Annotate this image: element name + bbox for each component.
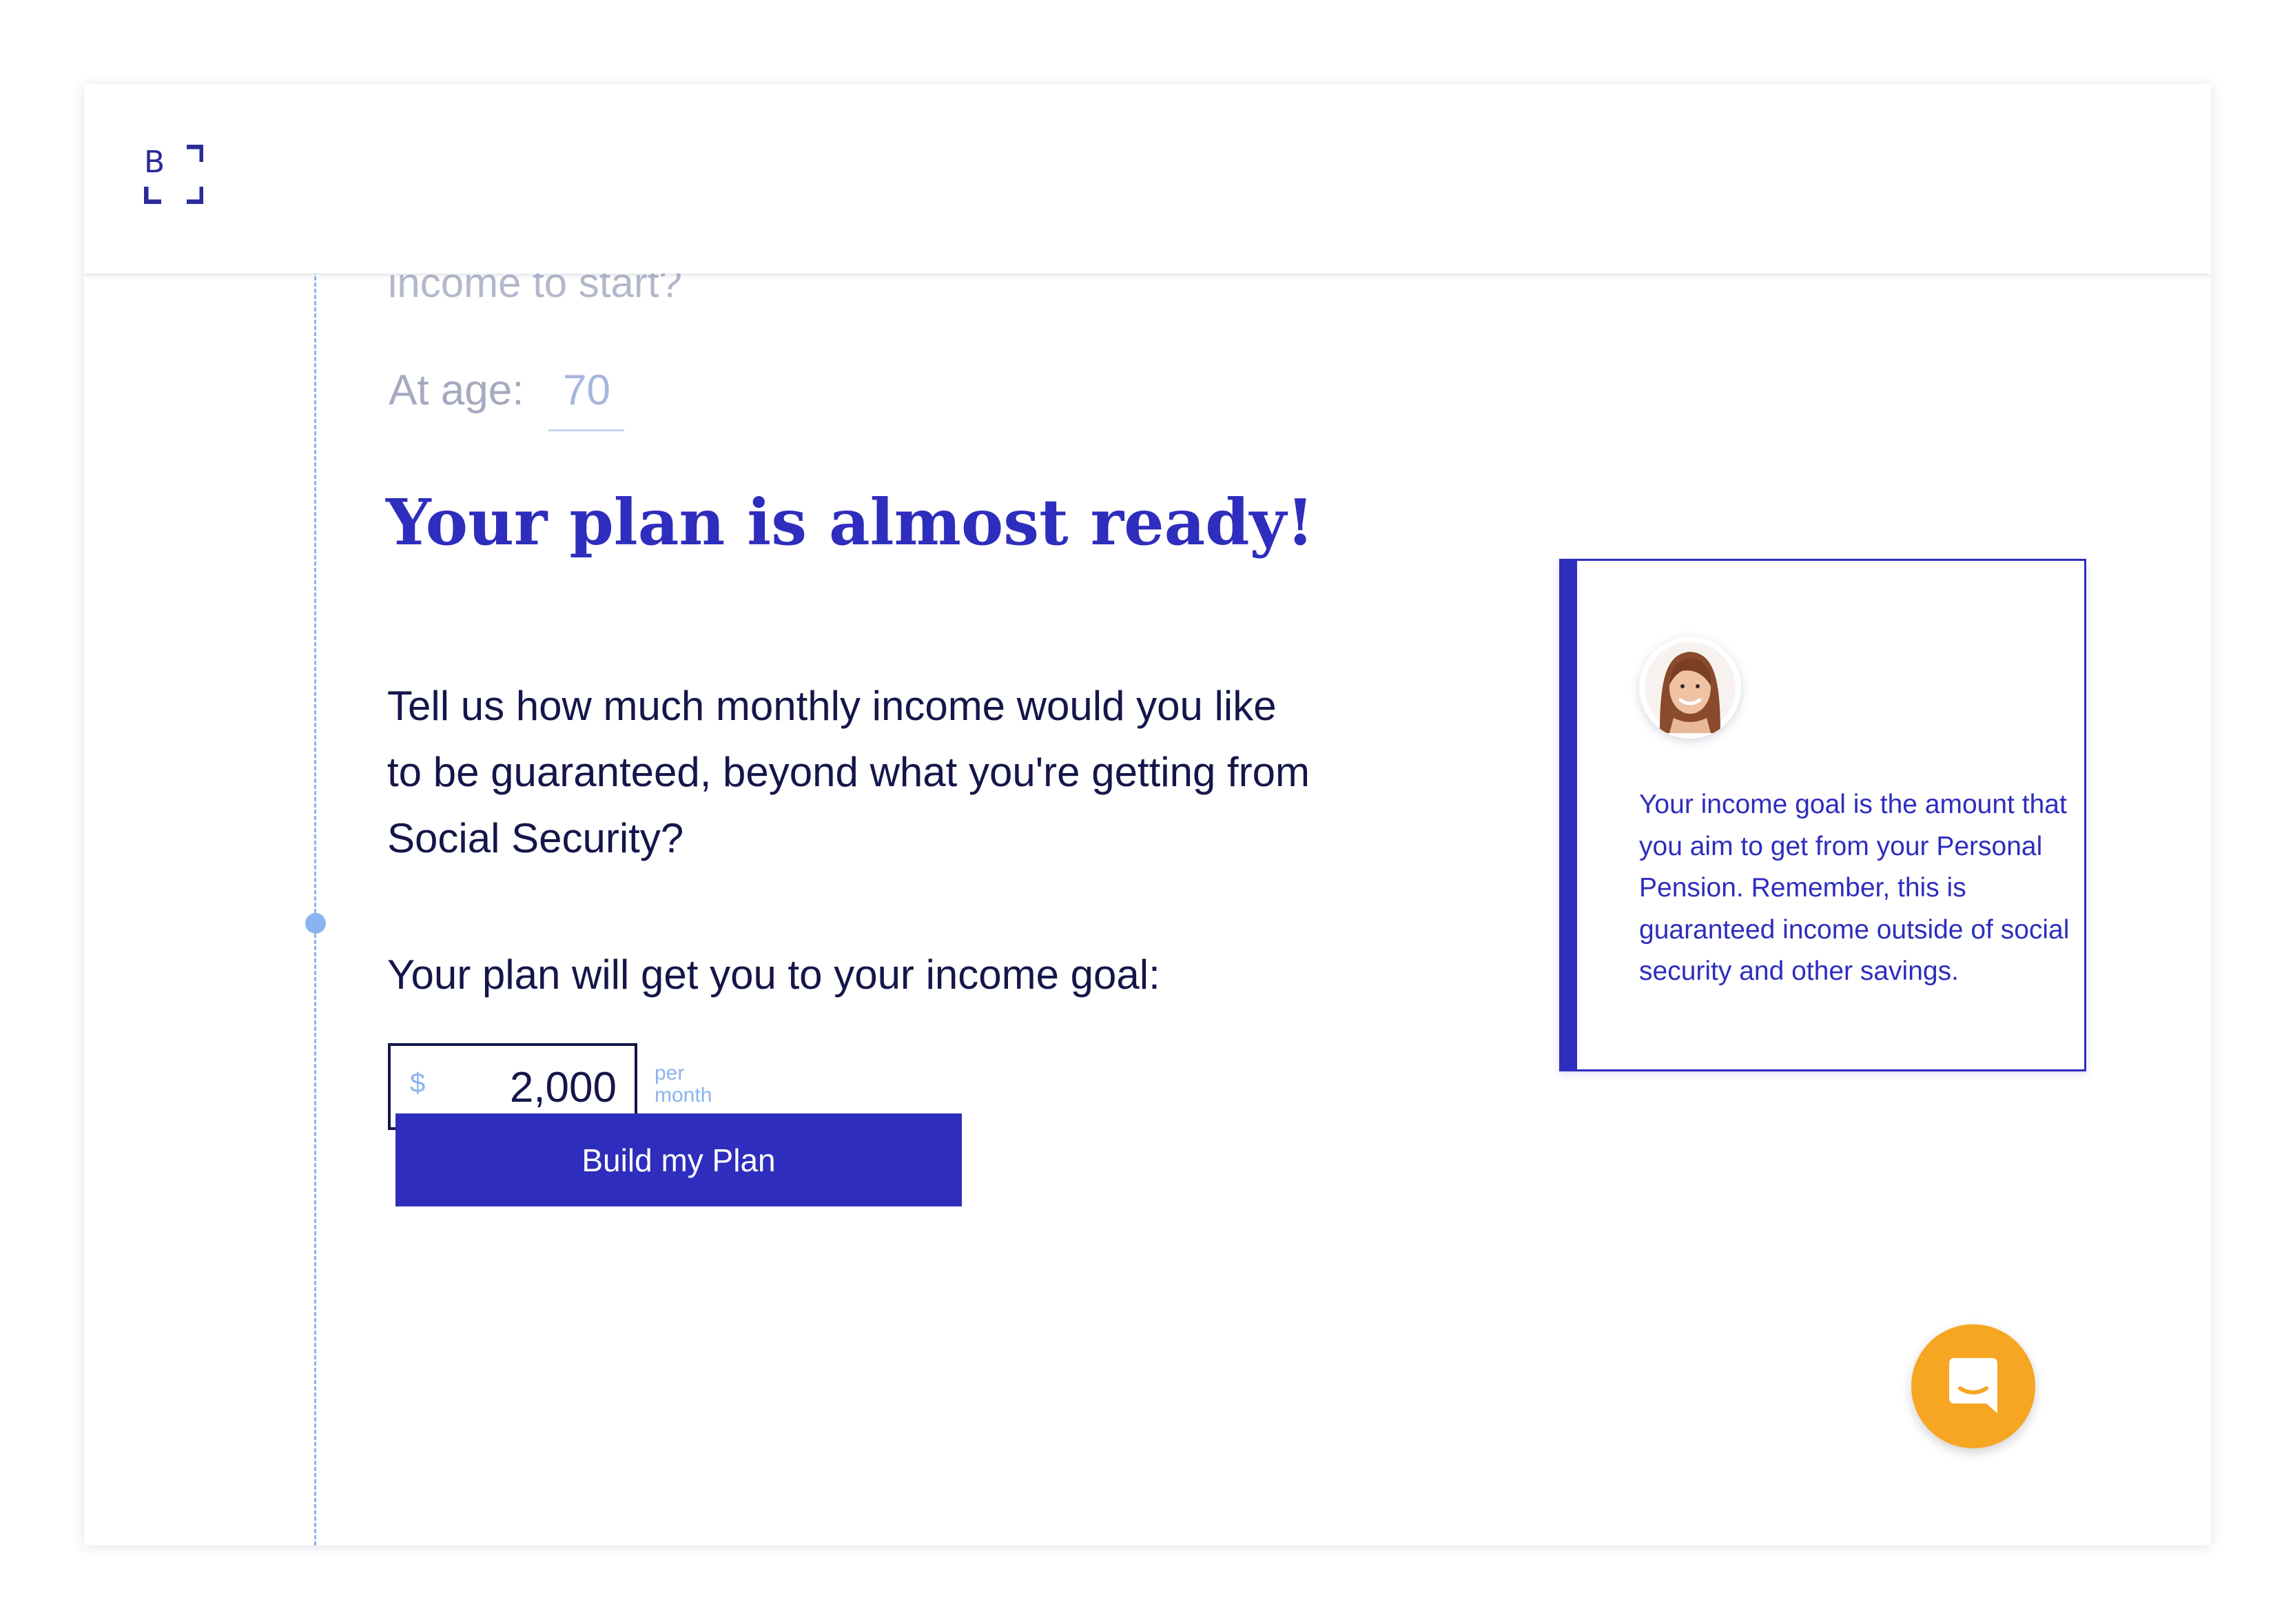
- advisor-portrait-icon: [1645, 642, 1736, 733]
- age-input[interactable]: 70: [548, 360, 625, 431]
- per-label: per: [655, 1062, 685, 1085]
- month-label: month: [655, 1084, 712, 1107]
- advisor-tip-card: Your income goal is the amount that you …: [1559, 559, 2086, 1071]
- age-row: At age: 70: [389, 360, 625, 431]
- page-title: Your plan is almost ready!: [386, 485, 1315, 559]
- income-goal-label: Your plan will get you to your income go…: [387, 952, 1160, 998]
- page-card: B income to start? At age: 70 Your plan …: [84, 84, 2211, 1545]
- timeline-current-step-dot: [305, 913, 326, 934]
- svg-text:B: B: [144, 145, 165, 180]
- chat-bubble-icon: [1949, 1358, 1997, 1413]
- logo-icon[interactable]: B: [144, 145, 203, 204]
- income-goal-value: 2,000: [509, 1064, 617, 1111]
- currency-symbol: $: [410, 1068, 426, 1098]
- income-question: Tell us how much monthly income would yo…: [387, 683, 1310, 861]
- per-month-label: per month: [655, 1062, 737, 1107]
- advisor-avatar: [1639, 637, 1741, 739]
- progress-timeline: [314, 270, 316, 1545]
- advisor-tip-text: Your income goal is the amount that you …: [1639, 790, 2070, 986]
- chat-launcher-button[interactable]: [1911, 1324, 2035, 1448]
- build-plan-button[interactable]: Build my Plan: [395, 1113, 962, 1206]
- age-label: At age:: [389, 367, 524, 414]
- top-header: B: [84, 84, 2211, 274]
